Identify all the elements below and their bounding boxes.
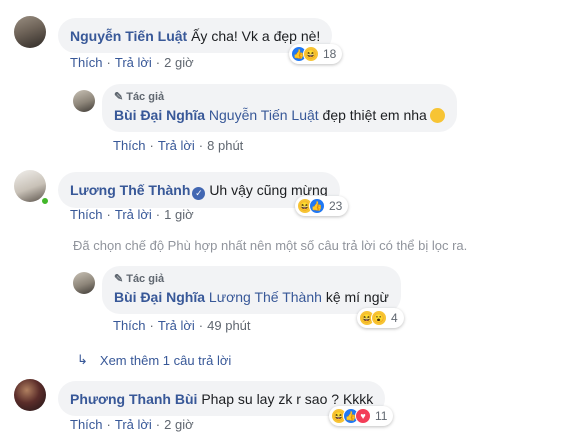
- reaction-count: 23: [329, 199, 343, 213]
- pencil-icon: ✎: [114, 273, 124, 285]
- like-button[interactable]: Thích: [70, 55, 103, 70]
- avatar-nguyen-tien-luat[interactable]: [14, 16, 46, 48]
- tagged-user[interactable]: Nguyễn Tiến Luật: [209, 107, 319, 123]
- verified-badge-icon: ✓: [192, 187, 206, 200]
- reply-button[interactable]: Trả lời: [158, 138, 195, 153]
- comment-time[interactable]: 1 giờ: [164, 207, 194, 222]
- comment-author[interactable]: Phương Thanh Bùi: [70, 391, 197, 407]
- love-icon: ♥: [355, 408, 371, 424]
- avatar-bui-dai-nghia[interactable]: [73, 272, 95, 294]
- comment-time[interactable]: 2 giờ: [164, 55, 194, 70]
- reaction-count: 18: [323, 47, 337, 61]
- comment-time[interactable]: 8 phút: [207, 138, 243, 153]
- comment-author[interactable]: Bùi Đại Nghĩa: [114, 107, 205, 123]
- filter-notice: Đã chọn chế độ Phù hợp nhất nên một số c…: [73, 238, 468, 253]
- comment-actions: Thích · Trả lời · 1 giờ: [70, 207, 194, 222]
- online-status-icon: [40, 196, 50, 206]
- author-tag: ✎ Tác giả: [114, 272, 389, 286]
- avatar-phuong-thanh-bui[interactable]: [14, 379, 46, 411]
- tagged-user[interactable]: Lương Thế Thành: [209, 289, 322, 305]
- comment-text: Phap su lay zk r sao ? Kkkk: [201, 391, 374, 407]
- reply-button[interactable]: Trả lời: [115, 207, 152, 222]
- comment-author[interactable]: Bùi Đại Nghĩa: [114, 289, 205, 305]
- comment-actions: Thích · Trả lời · 8 phút: [113, 138, 244, 153]
- wow-icon: 😮: [371, 310, 387, 326]
- reply-arrow-icon: ↳: [77, 352, 88, 367]
- like-button[interactable]: Thích: [70, 207, 103, 222]
- like-button[interactable]: Thích: [113, 138, 146, 153]
- comment-text: Ấy cha! Vk a đẹp nè!: [191, 28, 321, 44]
- like-button[interactable]: Thích: [70, 417, 103, 432]
- author-tag-label: Tác giả: [126, 273, 165, 285]
- comment-author[interactable]: Nguyễn Tiến Luật: [70, 28, 187, 44]
- pencil-icon: ✎: [114, 91, 124, 103]
- like-button[interactable]: Thích: [113, 318, 146, 333]
- haha-icon: 😆: [303, 46, 319, 62]
- reaction-count: 4: [391, 311, 398, 325]
- comment-text: đẹp thiệt em nha: [322, 107, 427, 123]
- comment-actions: Thích · Trả lời · 49 phút: [113, 318, 251, 333]
- reply-button[interactable]: Trả lời: [115, 417, 152, 432]
- comment-author[interactable]: Lương Thế Thành: [70, 182, 190, 198]
- view-more-replies-label: Xem thêm 1 câu trả lời: [99, 352, 232, 368]
- reply-button[interactable]: Trả lời: [158, 318, 195, 333]
- comment-actions: Thích · Trả lời · 2 giờ: [70, 55, 194, 70]
- reply-bubble: ✎ Tác giả Bùi Đại Nghĩa Nguyễn Tiến Luật …: [102, 84, 457, 132]
- reaction-summary[interactable]: 😆 👍 23: [295, 196, 349, 216]
- comment-text: kệ mí ngừ: [325, 289, 389, 305]
- view-more-replies-link[interactable]: ↳ Xem thêm 1 câu trả lời: [77, 352, 231, 368]
- reaction-summary[interactable]: 😆 😮 4: [357, 308, 404, 328]
- comment-time[interactable]: 2 giờ: [164, 417, 194, 432]
- comment-time[interactable]: 49 phút: [207, 318, 250, 333]
- reply-button[interactable]: Trả lời: [115, 55, 152, 70]
- reply-bubble: ✎ Tác giả Bùi Đại Nghĩa Lương Thế Thành k…: [102, 266, 401, 314]
- comment-actions: Thích · Trả lời · 2 giờ: [70, 417, 194, 432]
- avatar-bui-dai-nghia[interactable]: [73, 90, 95, 112]
- reaction-summary[interactable]: 😆 👍 ♥ 11: [329, 406, 394, 426]
- reaction-count: 11: [375, 409, 388, 423]
- like-icon: 👍: [309, 198, 325, 214]
- reaction-summary[interactable]: 👍 😆 18: [289, 44, 343, 64]
- author-tag-label: Tác giả: [126, 91, 165, 103]
- grinning-face-icon: [429, 108, 445, 123]
- author-tag: ✎ Tác giả: [114, 90, 445, 104]
